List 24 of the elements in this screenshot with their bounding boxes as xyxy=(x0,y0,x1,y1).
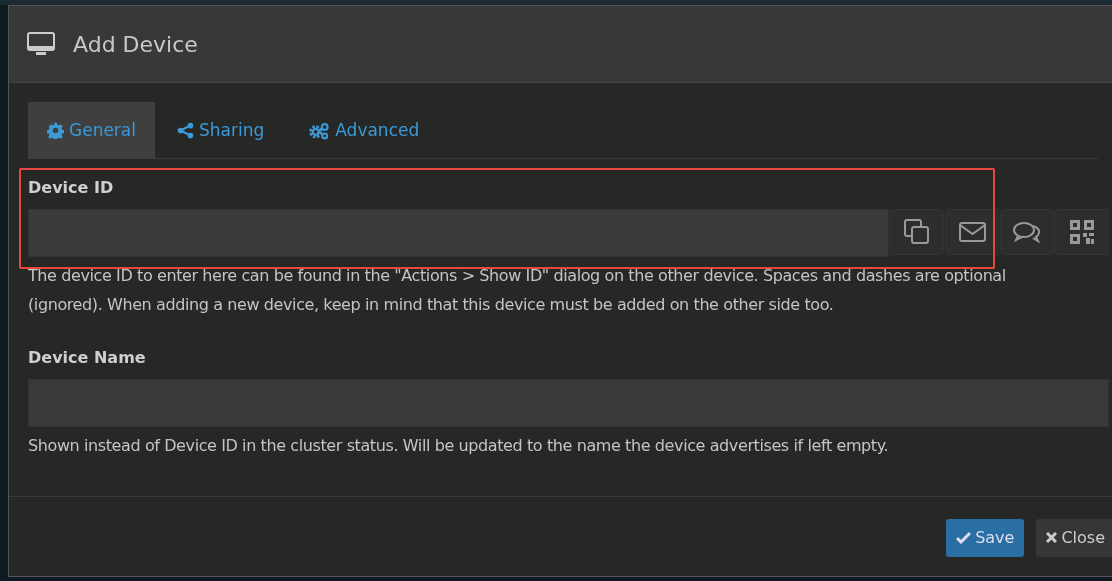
icon-button[interactable] xyxy=(1000,209,1054,255)
qr-code-icon xyxy=(1070,220,1094,244)
share-icon xyxy=(177,122,194,139)
gears-icon xyxy=(308,121,331,140)
gear-icon xyxy=(47,122,64,139)
icon-button[interactable] xyxy=(890,209,944,255)
icon-button[interactable] xyxy=(1055,209,1109,255)
close-button[interactable]: Close xyxy=(1036,518,1112,557)
close-icon xyxy=(1046,532,1058,543)
help-text: The device ID to enter here can be found in the "Actions > Show ID" dialog on the other device. Spaces and dashes are optional (ignored). When adding a new device, keep in mind that this device must be added on the other side too. xyxy=(28,265,1007,316)
tab[interactable]: Sharing xyxy=(155,102,287,159)
envelope-icon xyxy=(958,222,986,242)
tab[interactable]: Advanced xyxy=(286,102,442,159)
checkmark-icon xyxy=(956,531,972,544)
help-text: Shown instead of Device ID in the cluster status. Will be updated to the name the device advertises if left empty. xyxy=(28,435,890,457)
save-button[interactable]: Save xyxy=(946,518,1025,557)
dialog-title: Add Device xyxy=(73,30,198,59)
field-label: Device ID xyxy=(28,177,114,199)
copy-icon xyxy=(904,219,930,245)
field-label: Device Name xyxy=(28,347,146,369)
tab[interactable]: General xyxy=(28,102,155,159)
monitor-icon xyxy=(27,32,55,56)
icon-button[interactable] xyxy=(945,209,999,255)
chat-icon xyxy=(1013,221,1041,243)
